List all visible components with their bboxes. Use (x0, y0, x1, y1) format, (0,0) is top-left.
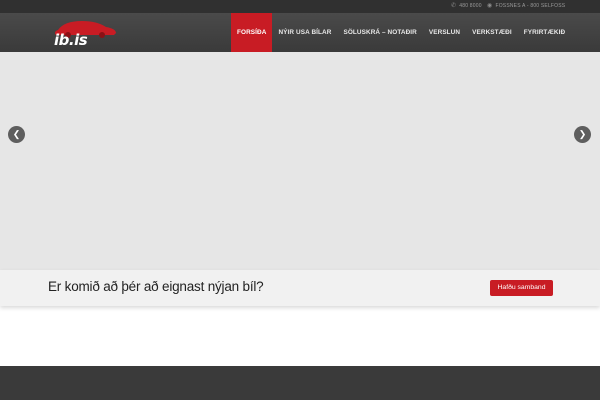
svg-text:ib.is: ib.is (54, 31, 88, 48)
top-info-bar: ✆ 480 8000 ◉ FOSSNES A - 800 SELFOSS (0, 0, 600, 13)
hero-slider: ❮ ❯ (0, 52, 600, 270)
nav-item-verslun[interactable]: VERSLUN (423, 13, 466, 52)
address-text: FOSSNES A - 800 SELFOSS (495, 3, 566, 9)
address-info: ◉ FOSSNES A - 800 SELFOSS (487, 0, 565, 13)
logo-car-icon: ib.is (54, 21, 116, 49)
nav-item-soluskra-notadir[interactable]: SÖLUSKRÁ – NOTAÐIR (337, 13, 422, 52)
phone-number: 480 8000 (459, 3, 482, 9)
footer (0, 366, 600, 400)
nav-item-fyrirtaekid[interactable]: FYRIRTÆKIÐ (518, 13, 571, 52)
chevron-left-icon: ❮ (12, 129, 21, 139)
nav-item-verkstaedi[interactable]: VERKSTÆÐI (466, 13, 518, 52)
slider-prev-button[interactable]: ❮ (8, 126, 25, 143)
nav-item-forsida[interactable]: FORSÍÐA (231, 13, 273, 52)
chevron-right-icon: ❯ (578, 129, 587, 139)
site-logo[interactable]: ib.is (48, 18, 120, 49)
phone-info[interactable]: ✆ 480 8000 (451, 0, 482, 13)
call-to-action-bar: Er komið að þér að eignast nýjan bíl? Ha… (0, 270, 600, 306)
cta-text: Er komið að þér að eignast nýjan bíl? (48, 279, 264, 294)
main-navbar: ib.is FORSÍÐA NÝIR USA BÍLAR SÖLUSKRÁ – … (0, 13, 600, 52)
nav-item-nyir-usa-bilar[interactable]: NÝIR USA BÍLAR (272, 13, 337, 52)
slider-next-button[interactable]: ❯ (574, 126, 591, 143)
main-menu: FORSÍÐA NÝIR USA BÍLAR SÖLUSKRÁ – NOTAÐI… (231, 13, 571, 52)
phone-icon: ✆ (451, 3, 457, 9)
contact-button[interactable]: Hafðu samband (490, 280, 553, 296)
map-pin-icon: ◉ (487, 3, 493, 9)
